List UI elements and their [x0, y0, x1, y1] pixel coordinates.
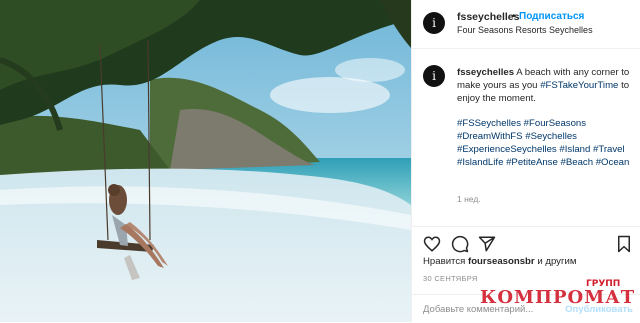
hashtag[interactable]: #FSTakeYourTime: [540, 80, 618, 91]
hashtag[interactable]: #ExperienceSeychelles: [457, 144, 557, 155]
heart-icon[interactable]: [423, 235, 441, 253]
post-location[interactable]: Four Seasons Resorts Seychelles: [457, 25, 593, 35]
hashtag[interactable]: #DreamWithFS: [457, 131, 523, 142]
hashtag[interactable]: #PetiteAnse: [506, 157, 558, 168]
post-image[interactable]: [0, 0, 411, 322]
separator-dot: •: [512, 11, 516, 22]
caption-time: 1 нед.: [457, 194, 481, 204]
likes-line: Нравится fourseasonsbr и другим: [423, 256, 576, 267]
hashtag[interactable]: #FourSeasons: [524, 118, 586, 129]
hashtag-list: #FSSeychelles #FourSeasons #DreamWithFS …: [457, 117, 633, 169]
caption-avatar[interactable]: i: [423, 65, 445, 87]
hashtag[interactable]: #IslandLife: [457, 157, 503, 168]
post-caption: fsseychelles A beach with any corner to …: [457, 66, 633, 169]
likes-prefix: Нравится: [423, 256, 468, 267]
hashtag[interactable]: #Beach: [561, 157, 594, 168]
hashtag[interactable]: #Seychelles: [525, 131, 577, 142]
comment-icon[interactable]: [451, 235, 469, 253]
hashtag[interactable]: #FSSeychelles: [457, 118, 521, 129]
post-header: i fsseychelles • Подписаться Four Season…: [412, 0, 640, 49]
post-username[interactable]: fsseychelles: [457, 11, 519, 23]
watermark-superscript: ГРУПП: [586, 279, 621, 289]
watermark: КОМПРОМАТ: [480, 287, 636, 308]
post-panel: i fsseychelles • Подписаться Four Season…: [411, 0, 640, 322]
post-date: 30 СЕНТЯБРЯ: [423, 274, 478, 283]
caption-username[interactable]: fsseychelles: [457, 67, 514, 78]
bookmark-icon[interactable]: [615, 235, 633, 253]
likes-suffix[interactable]: и другим: [535, 256, 576, 267]
hashtag[interactable]: #Island: [559, 144, 590, 155]
liker-username[interactable]: fourseasonsbr: [468, 256, 535, 267]
follow-button[interactable]: Подписаться: [519, 11, 584, 22]
share-icon[interactable]: [478, 235, 496, 253]
hashtag[interactable]: #Travel: [593, 144, 625, 155]
avatar[interactable]: i: [423, 12, 445, 34]
hashtag[interactable]: #Ocean: [596, 157, 630, 168]
